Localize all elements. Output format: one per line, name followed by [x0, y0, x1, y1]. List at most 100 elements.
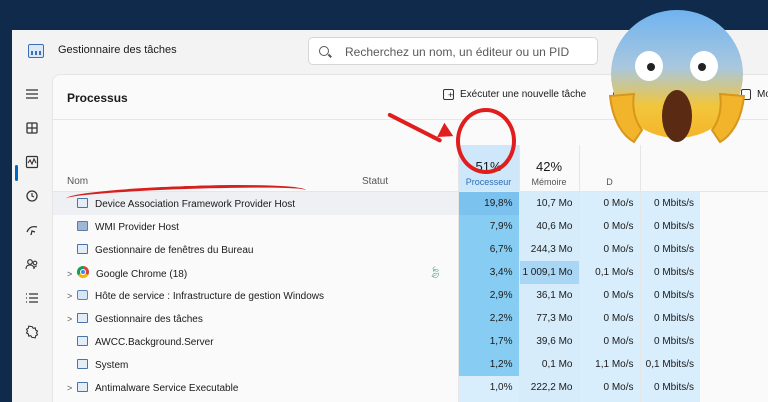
memory-cell: 10,7 Mo: [518, 191, 579, 215]
disk-cell: 0 Mo/s: [578, 376, 640, 399]
process-icon: [77, 335, 88, 346]
column-header-network[interactable]: [639, 145, 700, 192]
cpu-cell: 2,2%: [457, 307, 519, 330]
disk-cell: 0 Mo/s: [578, 307, 640, 330]
process-name: Antimalware Service Executable: [95, 382, 239, 394]
table-row[interactable]: AWCC.Background.Server 1,7% 39,6 Mo 0 Mo/s 0…: [53, 330, 768, 353]
process-status-cell: [360, 284, 458, 307]
process-status-cell: [360, 215, 458, 238]
table-row[interactable]: WMI Provider Host 7,9% 40,6 Mo 0 Mo/s 0 Mbit…: [53, 215, 768, 238]
cpu-cell: 2,9%: [457, 284, 519, 307]
disk-cell: 0 Mo/s: [578, 330, 640, 353]
process-status-cell: [360, 376, 458, 399]
extra-cell: [700, 284, 768, 307]
memory-cell: 244,3 Mo: [518, 238, 579, 261]
process-name: System: [95, 359, 129, 371]
red-circle-annotation: [456, 108, 516, 174]
process-name-cell: > Gestionnaire des tâches: [53, 307, 360, 330]
process-status-cell: 🍃︎: [360, 261, 458, 284]
extra-cell: [700, 330, 768, 353]
extra-cell: [700, 353, 768, 376]
process-name-cell: System: [53, 353, 360, 376]
memory-cell: 40,6 Mo: [518, 215, 579, 238]
process-name-cell: > Hôte de service : Infrastructure de ges…: [53, 284, 360, 307]
process-status-cell: [360, 191, 458, 215]
memory-cell: 222,2 Mo: [518, 376, 579, 399]
column-header-extra: [700, 145, 768, 192]
process-status-cell: [360, 330, 458, 353]
process-name: Gestionnaire des tâches: [95, 313, 203, 325]
process-name: WMI Provider Host: [95, 221, 179, 233]
performance-icon[interactable]: [20, 150, 44, 174]
disk-cell: 0 Mo/s: [578, 238, 640, 261]
details-icon[interactable]: [20, 286, 44, 310]
network-cell: 0 Mbits/s: [639, 376, 700, 399]
search-input[interactable]: [343, 38, 597, 66]
page-title: Processus: [67, 91, 128, 105]
column-header-status[interactable]: Statut: [360, 145, 458, 192]
process-icon: [77, 243, 88, 254]
memory-cell: 0,1 Mo: [518, 353, 579, 376]
search-icon: [319, 46, 329, 56]
run-new-task-button[interactable]: Exécuter une nouvelle tâche: [443, 89, 586, 100]
network-cell: 0 Mbits/s: [639, 284, 700, 307]
mode-label: Mod: [757, 89, 768, 100]
expand-chevron-icon[interactable]: >: [67, 269, 77, 279]
table-row[interactable]: > Gestionnaire des tâches 2,2% 77,3 Mo 0 Mo/…: [53, 307, 768, 330]
expand-chevron-icon[interactable]: >: [67, 291, 77, 301]
search-box[interactable]: [308, 37, 598, 66]
cpu-label: Processeur: [465, 177, 512, 187]
extra-cell: [700, 307, 768, 330]
extra-cell: [700, 192, 768, 216]
disk-cell: 1,1 Mo/s: [578, 353, 640, 376]
network-cell: 0 Mbits/s: [639, 261, 700, 284]
process-icon: [77, 381, 88, 392]
table-row[interactable]: > Hôte de service : Infrastructure de ges…: [53, 284, 768, 307]
cpu-cell: 19,8%: [457, 191, 519, 215]
cpu-cell: 1,2%: [457, 353, 519, 376]
memory-total-percent: 42%: [535, 159, 563, 174]
services-icon[interactable]: [20, 320, 44, 344]
column-header-memory[interactable]: 42% Mémoire: [518, 145, 579, 192]
process-icon: [77, 220, 88, 231]
service-host-icon: [77, 289, 88, 300]
extra-cell: [700, 261, 768, 284]
memory-cell: 36,1 Mo: [518, 284, 579, 307]
cpu-cell: 7,9%: [457, 215, 519, 238]
process-name-cell: WMI Provider Host: [53, 215, 360, 238]
users-icon[interactable]: [20, 252, 44, 276]
network-cell: 0 Mbits/s: [639, 238, 700, 261]
network-cell: 0 Mbits/s: [639, 307, 700, 330]
processes-icon[interactable]: [20, 116, 44, 140]
process-name: AWCC.Background.Server: [95, 336, 214, 348]
startup-icon[interactable]: [20, 218, 44, 242]
history-icon[interactable]: [20, 184, 44, 208]
table-row[interactable]: > Google Chrome (18) 🍃︎ 3,4% 1 009,1 Mo 0,1 M…: [53, 261, 768, 284]
hamburger-icon[interactable]: [20, 82, 44, 106]
process-name: Hôte de service : Infrastructure de gest…: [95, 290, 324, 302]
cpu-cell: 6,7%: [457, 238, 519, 261]
disk-cell: 0,1 Mo/s: [578, 261, 640, 284]
chrome-icon: [77, 265, 89, 278]
efficiency-leaf-icon: 🍃︎: [428, 267, 442, 279]
table-row[interactable]: Gestionnaire de fenêtres du Bureau 6,7% 24…: [53, 238, 768, 261]
process-name-cell: > Antimalware Service Executable: [53, 376, 360, 399]
screaming-face-emoji-icon: [608, 10, 746, 144]
table-row[interactable]: > Antimalware Service Executable 1,0% 222,2…: [53, 376, 768, 399]
memory-cell: 39,6 Mo: [518, 330, 579, 353]
table-header-row: Nom Statut 51% Processeur 42% Mémoire D: [53, 145, 768, 192]
process-name: Google Chrome (18): [96, 268, 188, 280]
expand-chevron-icon[interactable]: >: [67, 314, 77, 324]
disk-cell: 0 Mo/s: [578, 284, 640, 307]
expand-chevron-icon[interactable]: >: [67, 383, 77, 393]
disk-label: D: [606, 177, 613, 187]
table-row[interactable]: System 1,2% 0,1 Mo 1,1 Mo/s 0,1 Mbits/s: [53, 353, 768, 376]
process-status-cell: [360, 307, 458, 330]
run-new-task-label: Exécuter une nouvelle tâche: [460, 89, 587, 100]
process-name: Gestionnaire de fenêtres du Bureau: [95, 244, 254, 256]
column-header-disk[interactable]: D: [578, 145, 640, 192]
memory-cell: 1 009,1 Mo: [518, 261, 579, 284]
process-name-cell: AWCC.Background.Server: [53, 330, 360, 353]
process-status-cell: [360, 238, 458, 261]
new-task-icon: [443, 89, 454, 100]
